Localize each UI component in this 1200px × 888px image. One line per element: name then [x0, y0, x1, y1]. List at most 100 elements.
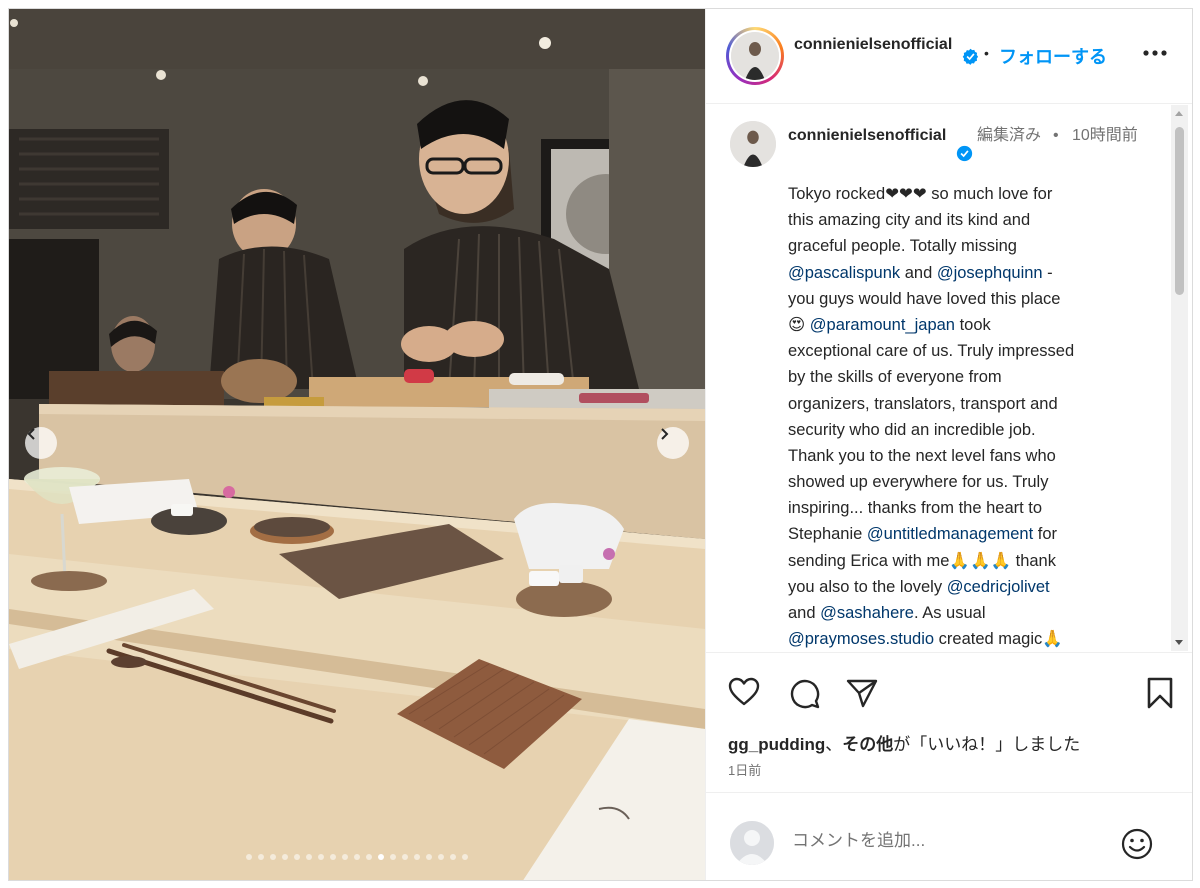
- caption-line: inspiring... thanks from the heart to: [788, 495, 1148, 521]
- caption-area[interactable]: connienielsenofficial 編集済み • 10時間前 Tokyo…: [706, 105, 1192, 651]
- caption-line: showed up everywhere for us. Truly: [788, 469, 1148, 495]
- caption-text-segment: showed up everywhere for us. Truly: [788, 473, 1049, 492]
- verified-badge-icon: [962, 48, 979, 65]
- caption-text-segment: graceful people. Totally missing: [788, 237, 1017, 256]
- comment-input[interactable]: [792, 831, 1092, 851]
- caption-text-segment: and: [900, 263, 937, 282]
- default-avatar-icon: [730, 821, 774, 865]
- follow-button[interactable]: フォローする: [999, 43, 1107, 69]
- likes-separator: 、: [825, 735, 843, 754]
- carousel-dot: [462, 854, 468, 860]
- carousel-next-button[interactable]: [657, 427, 689, 459]
- verified-badge-icon: [956, 145, 973, 162]
- carousel-dot: [366, 854, 372, 860]
- caption-text-segment: Tokyo rocked❤❤❤ so much love for: [788, 185, 1053, 203]
- post-age[interactable]: 1日前: [728, 760, 761, 779]
- mention-link[interactable]: @praymoses.studio: [788, 630, 934, 648]
- caption-text-segment: -: [1042, 263, 1053, 282]
- caption-text-segment: Stephanie: [788, 525, 867, 544]
- post-side-panel: connienielsenofficial • フォローする connienie…: [705, 9, 1192, 880]
- liked-by-user[interactable]: gg_pudding: [728, 735, 825, 754]
- post-author-username[interactable]: connienielsenofficial: [794, 33, 959, 57]
- caption-line: organizers, translators, transport and: [788, 391, 1148, 417]
- caption-text-segment: you also to the lovely: [788, 577, 947, 596]
- caption-line: Tokyo rocked❤❤❤ so much love for: [788, 181, 1148, 207]
- carousel-dot: [342, 854, 348, 860]
- caption-text-segment: this amazing city and its kind and: [788, 211, 1031, 230]
- carousel-dot: [318, 854, 324, 860]
- caption-line: graceful people. Totally missing: [788, 233, 1148, 259]
- caption-timestamp[interactable]: 10時間前: [1072, 123, 1142, 148]
- carousel-dot: [306, 854, 312, 860]
- more-horizontal-icon[interactable]: [1142, 49, 1168, 57]
- carousel-dot: [390, 854, 396, 860]
- mention-link[interactable]: @paramount_japan: [810, 316, 955, 334]
- caption-text-segment: organizers, translators, transport and: [788, 394, 1058, 413]
- caption-avatar[interactable]: [730, 121, 776, 167]
- bookmark-icon[interactable]: [1146, 677, 1174, 709]
- comment-icon[interactable]: [788, 677, 820, 709]
- profile-photo: [731, 32, 779, 80]
- scrollbar-thumb[interactable]: [1175, 127, 1184, 295]
- caption-line: and @sashahere. As usual: [788, 600, 1148, 626]
- carousel-dot: [294, 854, 300, 860]
- caption-text-segment: . As usual: [913, 604, 986, 622]
- likes-summary[interactable]: gg_pudding、その他が「いいね！」しました: [728, 730, 1080, 755]
- chevron-left-icon: [27, 428, 35, 440]
- carousel-dots: [9, 854, 705, 860]
- carousel-dot: [438, 854, 444, 860]
- story-avatar[interactable]: [726, 27, 784, 85]
- chevron-right-icon: [661, 428, 669, 440]
- edited-label: 編集済み: [977, 127, 1042, 144]
- share-icon[interactable]: [846, 677, 878, 709]
- caption-line: Stephanie @untitledmanagement for: [788, 521, 1148, 547]
- mention-link[interactable]: @sashahere: [820, 604, 914, 622]
- caption-line: @praymoses.studio created magic🙏: [788, 626, 1148, 651]
- caption-text-segment: exceptional care of us. Truly impressed: [788, 342, 1075, 361]
- caption-text-segment: Thank you to the next level fans who: [788, 446, 1056, 465]
- emoji-icon[interactable]: [1120, 827, 1154, 861]
- caption-text: Tokyo rocked❤❤❤ so much love for this ama…: [788, 181, 1148, 651]
- caption-text-segment: created magic🙏: [934, 630, 1063, 649]
- mention-link[interactable]: @untitledmanagement: [867, 525, 1033, 543]
- mention-link[interactable]: @cedricjolivet: [947, 578, 1050, 596]
- scroll-down-arrow-icon[interactable]: [1175, 640, 1183, 645]
- likes-suffix: が「いいね！」しました: [893, 735, 1081, 754]
- caption-scrollbar[interactable]: [1171, 105, 1188, 651]
- caption-line: sending Erica with me🙏🙏🙏 thank: [788, 548, 1148, 574]
- add-comment-section: [706, 792, 1192, 880]
- post-actions: gg_pudding、その他が「いいね！」しました 1日前: [706, 652, 1192, 792]
- carousel-dot: [330, 854, 336, 860]
- caption-text-segment: and: [788, 604, 821, 622]
- caption-line: Thank you to the next level fans who: [788, 443, 1148, 469]
- caption-line: 😍 @paramount_japan took: [788, 312, 1148, 338]
- caption-line: @pascalispunk and @josephquinn -: [788, 260, 1148, 286]
- caption-text-segment: inspiring... thanks from the heart to: [788, 499, 1043, 518]
- caption-text-segment: by the skills of everyone from: [788, 368, 1002, 387]
- scroll-up-arrow-icon[interactable]: [1175, 111, 1183, 116]
- caption-text-segment: took: [954, 315, 991, 334]
- caption-text-segment: you guys would have loved this place: [788, 289, 1061, 308]
- carousel-dot: [414, 854, 420, 860]
- carousel-dot: [282, 854, 288, 860]
- caption-line: by the skills of everyone from: [788, 364, 1148, 390]
- post-dialog: connienielsenofficial • フォローする connienie…: [8, 8, 1193, 881]
- carousel-dot: [378, 854, 384, 860]
- liked-by-others[interactable]: その他: [842, 735, 893, 754]
- heart-icon[interactable]: [728, 677, 760, 707]
- mention-link[interactable]: @pascalispunk: [788, 264, 900, 282]
- caption-line: exceptional care of us. Truly impressed: [788, 338, 1148, 364]
- carousel-dot: [450, 854, 456, 860]
- current-user-avatar: [730, 821, 774, 865]
- carousel-prev-button[interactable]: [25, 427, 57, 459]
- post-header: connienielsenofficial • フォローする: [706, 9, 1192, 104]
- mention-link[interactable]: @josephquinn: [937, 264, 1043, 282]
- profile-photo: [730, 121, 776, 167]
- caption-separator: •: [1053, 127, 1059, 144]
- caption-username[interactable]: connienielsenofficial: [788, 123, 955, 148]
- carousel-dot: [402, 854, 408, 860]
- post-photo[interactable]: [9, 9, 705, 880]
- carousel-dot: [258, 854, 264, 860]
- caption-line: this amazing city and its kind and: [788, 207, 1148, 233]
- carousel-dot: [246, 854, 252, 860]
